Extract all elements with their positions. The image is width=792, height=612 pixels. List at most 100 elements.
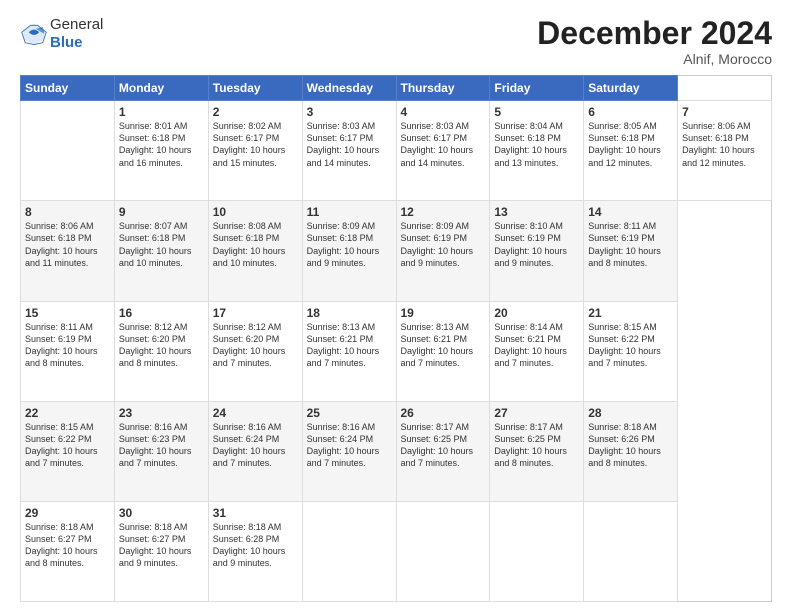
day-info: Sunrise: 8:10 AMSunset: 6:19 PMDaylight:…: [494, 221, 567, 267]
day-info: Sunrise: 8:09 AMSunset: 6:19 PMDaylight:…: [401, 221, 474, 267]
calendar-week-row: 15 Sunrise: 8:11 AMSunset: 6:19 PMDaylig…: [21, 301, 772, 401]
day-info: Sunrise: 8:03 AMSunset: 6:17 PMDaylight:…: [307, 121, 380, 167]
location: Alnif, Morocco: [537, 51, 772, 67]
day-number: 28: [588, 406, 673, 420]
day-number: 26: [401, 406, 486, 420]
calendar-week-row: 22 Sunrise: 8:15 AMSunset: 6:22 PMDaylig…: [21, 401, 772, 501]
calendar-day-cell: 11 Sunrise: 8:09 AMSunset: 6:18 PMDaylig…: [302, 201, 396, 301]
calendar-day-header: Saturday: [584, 76, 678, 101]
day-number: 29: [25, 506, 110, 520]
day-info: Sunrise: 8:02 AMSunset: 6:17 PMDaylight:…: [213, 121, 286, 167]
day-number: 3: [307, 105, 392, 119]
calendar-day-cell: [584, 501, 678, 601]
calendar-header-row: SundayMondayTuesdayWednesdayThursdayFrid…: [21, 76, 772, 101]
day-number: 15: [25, 306, 110, 320]
day-number: 4: [401, 105, 486, 119]
day-number: 9: [119, 205, 204, 219]
day-info: Sunrise: 8:16 AMSunset: 6:23 PMDaylight:…: [119, 422, 192, 468]
day-info: Sunrise: 8:08 AMSunset: 6:18 PMDaylight:…: [213, 221, 286, 267]
day-number: 11: [307, 205, 392, 219]
day-number: 20: [494, 306, 579, 320]
day-info: Sunrise: 8:06 AMSunset: 6:18 PMDaylight:…: [25, 221, 98, 267]
calendar-day-cell: 21 Sunrise: 8:15 AMSunset: 6:22 PMDaylig…: [584, 301, 678, 401]
day-number: 14: [588, 205, 673, 219]
calendar-day-cell: 26 Sunrise: 8:17 AMSunset: 6:25 PMDaylig…: [396, 401, 490, 501]
calendar-day-header: Sunday: [21, 76, 115, 101]
calendar-day-cell: 12 Sunrise: 8:09 AMSunset: 6:19 PMDaylig…: [396, 201, 490, 301]
day-number: 13: [494, 205, 579, 219]
day-info: Sunrise: 8:06 AMSunset: 6:18 PMDaylight:…: [682, 121, 755, 167]
day-info: Sunrise: 8:03 AMSunset: 6:17 PMDaylight:…: [401, 121, 474, 167]
calendar-day-cell: 1 Sunrise: 8:01 AMSunset: 6:18 PMDayligh…: [114, 101, 208, 201]
logo-general: General: [50, 16, 103, 34]
calendar-day-cell: 16 Sunrise: 8:12 AMSunset: 6:20 PMDaylig…: [114, 301, 208, 401]
day-number: 22: [25, 406, 110, 420]
calendar-day-cell: [396, 501, 490, 601]
calendar-day-header: Friday: [490, 76, 584, 101]
day-info: Sunrise: 8:01 AMSunset: 6:18 PMDaylight:…: [119, 121, 192, 167]
calendar-day-cell: 17 Sunrise: 8:12 AMSunset: 6:20 PMDaylig…: [208, 301, 302, 401]
calendar-day-cell: 29 Sunrise: 8:18 AMSunset: 6:27 PMDaylig…: [21, 501, 115, 601]
calendar-week-row: 29 Sunrise: 8:18 AMSunset: 6:27 PMDaylig…: [21, 501, 772, 601]
day-info: Sunrise: 8:13 AMSunset: 6:21 PMDaylight:…: [401, 322, 474, 368]
logo-icon: [20, 20, 48, 48]
day-number: 1: [119, 105, 204, 119]
day-info: Sunrise: 8:18 AMSunset: 6:27 PMDaylight:…: [25, 522, 98, 568]
day-info: Sunrise: 8:07 AMSunset: 6:18 PMDaylight:…: [119, 221, 192, 267]
month-title: December 2024: [537, 16, 772, 51]
calendar-day-cell: 19 Sunrise: 8:13 AMSunset: 6:21 PMDaylig…: [396, 301, 490, 401]
calendar-table: SundayMondayTuesdayWednesdayThursdayFrid…: [20, 75, 772, 602]
calendar-day-cell: 7 Sunrise: 8:06 AMSunset: 6:18 PMDayligh…: [678, 101, 772, 201]
day-number: 19: [401, 306, 486, 320]
day-info: Sunrise: 8:18 AMSunset: 6:26 PMDaylight:…: [588, 422, 661, 468]
day-info: Sunrise: 8:11 AMSunset: 6:19 PMDaylight:…: [25, 322, 98, 368]
title-block: December 2024 Alnif, Morocco: [537, 16, 772, 67]
calendar-day-cell: 10 Sunrise: 8:08 AMSunset: 6:18 PMDaylig…: [208, 201, 302, 301]
day-number: 2: [213, 105, 298, 119]
day-number: 27: [494, 406, 579, 420]
day-info: Sunrise: 8:05 AMSunset: 6:18 PMDaylight:…: [588, 121, 661, 167]
day-info: Sunrise: 8:12 AMSunset: 6:20 PMDaylight:…: [119, 322, 192, 368]
calendar-day-cell: 30 Sunrise: 8:18 AMSunset: 6:27 PMDaylig…: [114, 501, 208, 601]
day-info: Sunrise: 8:18 AMSunset: 6:27 PMDaylight:…: [119, 522, 192, 568]
day-info: Sunrise: 8:13 AMSunset: 6:21 PMDaylight:…: [307, 322, 380, 368]
calendar-day-cell: 25 Sunrise: 8:16 AMSunset: 6:24 PMDaylig…: [302, 401, 396, 501]
day-number: 21: [588, 306, 673, 320]
calendar-day-cell: 14 Sunrise: 8:11 AMSunset: 6:19 PMDaylig…: [584, 201, 678, 301]
logo-text: General Blue: [50, 16, 103, 52]
logo-blue: Blue: [50, 34, 103, 52]
day-number: 23: [119, 406, 204, 420]
day-info: Sunrise: 8:18 AMSunset: 6:28 PMDaylight:…: [213, 522, 286, 568]
day-info: Sunrise: 8:11 AMSunset: 6:19 PMDaylight:…: [588, 221, 661, 267]
calendar-week-row: 8 Sunrise: 8:06 AMSunset: 6:18 PMDayligh…: [21, 201, 772, 301]
day-number: 8: [25, 205, 110, 219]
day-number: 31: [213, 506, 298, 520]
calendar-day-cell: 9 Sunrise: 8:07 AMSunset: 6:18 PMDayligh…: [114, 201, 208, 301]
calendar-day-cell: 5 Sunrise: 8:04 AMSunset: 6:18 PMDayligh…: [490, 101, 584, 201]
calendar-day-cell: 22 Sunrise: 8:15 AMSunset: 6:22 PMDaylig…: [21, 401, 115, 501]
calendar-day-cell: 2 Sunrise: 8:02 AMSunset: 6:17 PMDayligh…: [208, 101, 302, 201]
day-info: Sunrise: 8:14 AMSunset: 6:21 PMDaylight:…: [494, 322, 567, 368]
calendar-day-cell: 13 Sunrise: 8:10 AMSunset: 6:19 PMDaylig…: [490, 201, 584, 301]
day-number: 30: [119, 506, 204, 520]
calendar-day-cell: 6 Sunrise: 8:05 AMSunset: 6:18 PMDayligh…: [584, 101, 678, 201]
calendar-day-cell: 24 Sunrise: 8:16 AMSunset: 6:24 PMDaylig…: [208, 401, 302, 501]
calendar-day-cell: 15 Sunrise: 8:11 AMSunset: 6:19 PMDaylig…: [21, 301, 115, 401]
day-number: 17: [213, 306, 298, 320]
day-number: 18: [307, 306, 392, 320]
calendar-day-header: Wednesday: [302, 76, 396, 101]
calendar-day-header: Tuesday: [208, 76, 302, 101]
calendar-day-cell: 23 Sunrise: 8:16 AMSunset: 6:23 PMDaylig…: [114, 401, 208, 501]
day-number: 24: [213, 406, 298, 420]
day-info: Sunrise: 8:12 AMSunset: 6:20 PMDaylight:…: [213, 322, 286, 368]
day-number: 10: [213, 205, 298, 219]
calendar-week-row: 1 Sunrise: 8:01 AMSunset: 6:18 PMDayligh…: [21, 101, 772, 201]
day-number: 5: [494, 105, 579, 119]
calendar-day-cell: 20 Sunrise: 8:14 AMSunset: 6:21 PMDaylig…: [490, 301, 584, 401]
calendar-day-cell: 4 Sunrise: 8:03 AMSunset: 6:17 PMDayligh…: [396, 101, 490, 201]
day-number: 7: [682, 105, 767, 119]
day-info: Sunrise: 8:16 AMSunset: 6:24 PMDaylight:…: [307, 422, 380, 468]
calendar-day-header: Thursday: [396, 76, 490, 101]
calendar-day-cell: 18 Sunrise: 8:13 AMSunset: 6:21 PMDaylig…: [302, 301, 396, 401]
calendar-day-header: Monday: [114, 76, 208, 101]
